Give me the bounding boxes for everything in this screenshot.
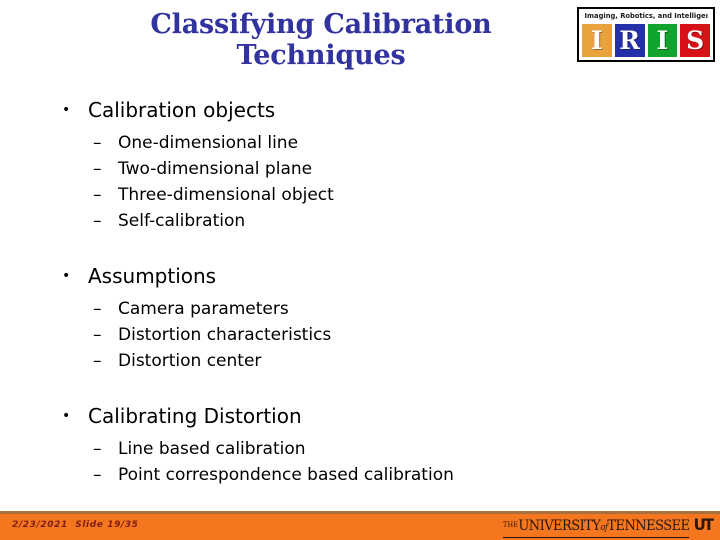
sub-bullet-two-dimensional-plane: – Two-dimensional plane (0, 156, 720, 182)
iris-letter-1: I (591, 26, 603, 55)
iris-logo-letters: I R I S (582, 24, 710, 57)
footer-date-slide-number: 2/23/2021 Slide 19/35 (12, 520, 139, 530)
iris-letter-cell-3: I (647, 24, 678, 57)
bullet-heading-calibration-objects: • Calibration objects (0, 96, 720, 124)
presentation-slide: Classifying Calibration Techniques Imagi… (0, 0, 720, 540)
ut-tennessee-label: TENNESSEE (607, 518, 690, 534)
bullet-heading-label: Calibration objects (88, 98, 276, 122)
dash-marker-icon: – (93, 159, 102, 179)
footer-bar: 2/23/2021 Slide 19/35 THEUNIVERSITYofTEN… (0, 514, 720, 540)
slide-body: • Calibration objects – One-dimensional … (0, 96, 720, 488)
bullet-heading-label: Calibrating Distortion (88, 404, 302, 428)
sub-bullet-distortion-characteristics: – Distortion characteristics (0, 322, 720, 348)
dash-marker-icon: – (93, 325, 102, 345)
bullet-group-calibrating-distortion: • Calibrating Distortion – Line based ca… (0, 402, 720, 488)
sub-bullet-label: Line based calibration (118, 439, 306, 459)
dash-marker-icon: – (93, 439, 102, 459)
bullet-heading-label: Assumptions (88, 264, 217, 288)
sub-bullet-label: Distortion characteristics (118, 325, 332, 345)
sub-bullet-self-calibration: – Self-calibration (0, 208, 720, 234)
dash-marker-icon: – (93, 185, 102, 205)
bullet-group-calibration-objects: • Calibration objects – One-dimensional … (0, 96, 720, 234)
ut-logo: THEUNIVERSITYofTENNESSEE UT (489, 515, 714, 538)
iris-logo-tagline: Imaging, Robotics, and Intelligent Syste… (584, 12, 708, 20)
dash-marker-icon: – (93, 211, 102, 231)
iris-letter-2: R (619, 26, 641, 55)
iris-letter-4: S (686, 26, 705, 55)
dash-marker-icon: – (93, 465, 102, 485)
dash-marker-icon: – (93, 351, 102, 371)
dash-marker-icon: – (93, 133, 102, 153)
sub-bullet-label: Self-calibration (118, 211, 246, 231)
sub-bullet-label: Distortion center (118, 351, 262, 371)
bullet-marker-icon: • (62, 268, 71, 284)
bullet-marker-icon: • (62, 102, 71, 118)
slide-title: Classifying Calibration Techniques (150, 9, 492, 71)
sub-bullet-label: Camera parameters (118, 299, 289, 319)
sub-bullet-label: Point correspondence based calibration (118, 465, 454, 485)
sub-bullet-three-dimensional-object: – Three-dimensional object (0, 182, 720, 208)
bullet-marker-icon: • (62, 408, 71, 424)
ut-the-label: THE (503, 521, 519, 529)
iris-letter-cell-2: R (614, 24, 645, 57)
dash-marker-icon: – (93, 299, 102, 319)
ut-university-label: UNIVERSITY (518, 518, 601, 534)
ut-wordmark: THEUNIVERSITYofTENNESSEE (503, 517, 690, 538)
iris-logo: Imaging, Robotics, and Intelligent Syste… (577, 7, 715, 62)
ut-monogram-icon: UT (693, 515, 714, 535)
iris-letter-3: I (656, 26, 669, 55)
sub-bullet-label: Three-dimensional object (118, 185, 334, 205)
bullet-heading-calibrating-distortion: • Calibrating Distortion (0, 402, 720, 430)
bullet-heading-assumptions: • Assumptions (0, 262, 720, 290)
sub-bullet-line-based-calibration: – Line based calibration (0, 436, 720, 462)
sub-bullet-one-dimensional-line: – One-dimensional line (0, 130, 720, 156)
sub-bullet-label: One-dimensional line (118, 133, 299, 153)
sub-bullet-camera-parameters: – Camera parameters (0, 296, 720, 322)
sub-bullet-point-correspondence-based-calibration: – Point correspondence based calibration (0, 462, 720, 488)
iris-letter-cell-4: S (680, 24, 710, 57)
sub-bullet-label: Two-dimensional plane (118, 159, 313, 179)
bullet-group-assumptions: • Assumptions – Camera parameters – Dist… (0, 262, 720, 374)
sub-bullet-distortion-center: – Distortion center (0, 348, 720, 374)
iris-letter-cell-1: I (582, 24, 612, 57)
